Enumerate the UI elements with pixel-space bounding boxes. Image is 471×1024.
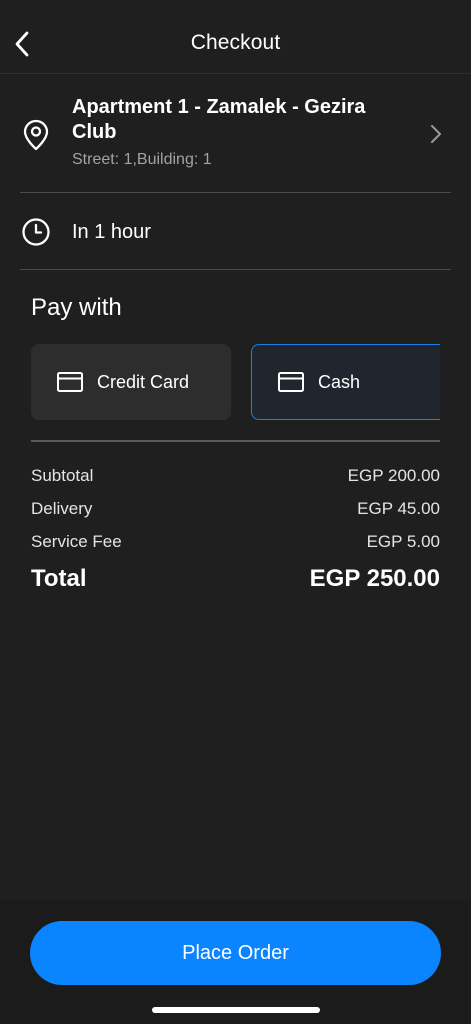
payment-option-label: Credit Card (97, 371, 190, 392)
pay-with-heading: Pay with (31, 294, 122, 321)
divider (31, 440, 440, 442)
total-label: Total (31, 565, 87, 592)
summary-label: Delivery (31, 499, 93, 518)
header: Checkout (0, 0, 471, 74)
chevron-right-icon (431, 125, 441, 143)
credit-card-icon (278, 372, 304, 392)
summary-row-total: Total EGP 250.00 (31, 565, 440, 593)
bottom-bar: Place Order (0, 900, 471, 1024)
page-title: Checkout (190, 31, 281, 54)
payment-option-label: Cash (318, 371, 361, 392)
payment-option-credit-card[interactable]: Credit Card (31, 344, 231, 420)
home-indicator (152, 1007, 320, 1013)
place-order-button[interactable]: Place Order (30, 921, 441, 985)
credit-card-icon (57, 372, 83, 392)
checkout-screen: Checkout Apartment 1 - Zamalek - Gezira … (0, 0, 471, 1024)
summary-row-subtotal: Subtotal EGP 200.00 (31, 466, 440, 486)
summary-label: Service Fee (31, 532, 122, 551)
summary-value: EGP 45.00 (357, 499, 440, 518)
delivery-address-row[interactable]: Apartment 1 - Zamalek - Gezira Club Stre… (20, 75, 451, 193)
payment-options: Credit Card Cash (31, 344, 440, 420)
summary-label: Subtotal (31, 466, 94, 485)
summary-value: EGP 5.00 (366, 532, 440, 551)
address-subtitle: Street: 1,Building: 1 (72, 151, 212, 168)
total-value: EGP 250.00 (309, 565, 440, 592)
address-title: Apartment 1 - Zamalek - Gezira Club (72, 96, 366, 143)
summary-row-delivery: Delivery EGP 45.00 (31, 499, 440, 519)
summary-value: EGP 200.00 (347, 466, 440, 485)
map-pin-icon (23, 119, 49, 151)
clock-icon (22, 218, 50, 246)
payment-option-cash[interactable]: Cash (251, 344, 440, 420)
delivery-time-row[interactable]: In 1 hour (20, 194, 451, 270)
summary-row-service-fee: Service Fee EGP 5.00 (31, 532, 440, 552)
delivery-time-label: In 1 hour (72, 221, 151, 243)
